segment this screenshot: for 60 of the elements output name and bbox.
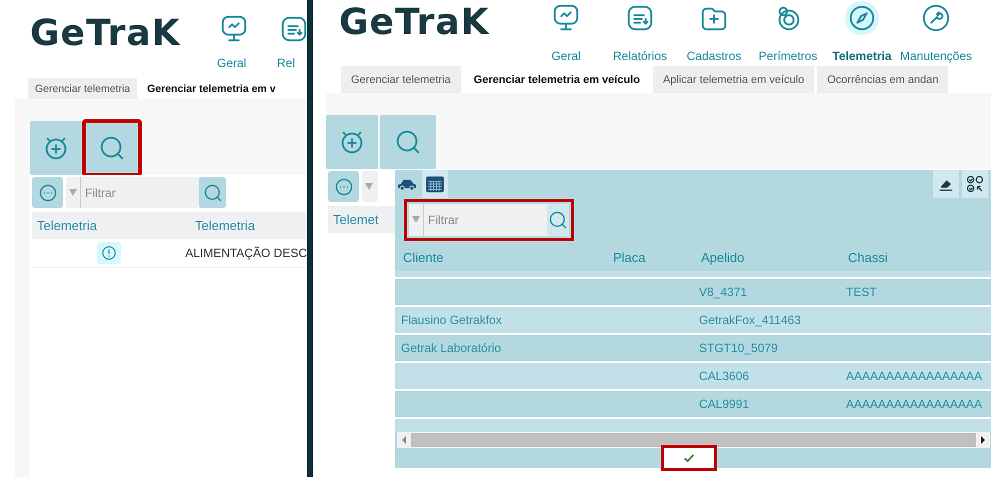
- nav-item[interactable]: Geral: [529, 1, 603, 63]
- clear-button[interactable]: [933, 170, 959, 198]
- logo: GeTraK: [339, 5, 491, 41]
- compass-icon: [847, 3, 877, 33]
- nav-item[interactable]: Rel: [277, 12, 307, 70]
- more-button[interactable]: [328, 171, 359, 202]
- popup-tab[interactable]: [422, 170, 448, 198]
- table-cell-text: V8_4371: [699, 284, 748, 299]
- column-header: Cliente: [403, 250, 444, 266]
- table-row[interactable]: CAL3606 AAAAAAAAAAAAAAAAA: [395, 360, 991, 389]
- document-icon: [625, 3, 655, 33]
- table-cell-text: CAL9991: [699, 396, 750, 411]
- table-cell-text: AAAAAAAAAAAAAAAAA: [846, 396, 984, 411]
- column-header: Telemetria: [194, 218, 255, 233]
- tab[interactable]: Ocorrências em andan: [817, 66, 948, 93]
- more-button[interactable]: [32, 177, 63, 208]
- scroll-left-icon: [402, 436, 406, 444]
- nav-item[interactable]: Geral: [217, 12, 247, 70]
- tab[interactable]: Gerenciar telemetria: [28, 78, 138, 99]
- select-all-button[interactable]: [962, 170, 988, 198]
- nav-item[interactable]: Perímetros: [751, 1, 825, 63]
- wrench-icon: [921, 3, 951, 33]
- column-header: Telemetria: [37, 218, 97, 233]
- caret-icon: [69, 189, 77, 196]
- column-header: Telemet: [333, 212, 379, 227]
- table-cell-text: CAL3606: [699, 368, 750, 383]
- table-cell: ALIMENTAÇÃO DESC: [185, 246, 307, 260]
- table-cell-text: AAAAAAAAAAAAAAAAA: [846, 368, 984, 383]
- table-cell-text: GetrakFox_411463: [699, 312, 802, 327]
- nav-item[interactable]: Telemetria: [825, 1, 899, 63]
- toolbar-button[interactable]: [84, 121, 140, 175]
- document-icon: [279, 14, 307, 44]
- table-row[interactable]: Flausino Getrakfox GetrakFox_411463: [395, 304, 991, 333]
- nav-item[interactable]: Cadastros: [677, 1, 751, 63]
- toolbar-button[interactable]: [30, 121, 82, 175]
- tab[interactable]: Gerenciar telemetria: [341, 66, 461, 93]
- toolbar-button[interactable]: [326, 115, 378, 169]
- column-header: Apelido: [701, 250, 746, 266]
- scroll-right-icon: [981, 436, 985, 444]
- column-header: Chassi: [848, 250, 889, 266]
- logo: GeTraK: [30, 16, 182, 52]
- monitor-icon: [551, 3, 581, 33]
- tab[interactable]: Aplicar telemetria em veículo: [652, 66, 814, 93]
- table-cell-text: Getrak Laboratório: [401, 340, 502, 355]
- caret-icon: [365, 183, 373, 190]
- search-button[interactable]: [199, 177, 226, 208]
- column-header: Placa: [613, 250, 647, 266]
- filter-dropdown[interactable]: [362, 171, 378, 202]
- search-button[interactable]: [547, 204, 569, 236]
- table-cell-text: STGT10_5079: [699, 340, 779, 355]
- caret-icon: [412, 216, 420, 224]
- nav-item[interactable]: Relatórios: [603, 1, 677, 63]
- table-cell-text: Flausino Getrakfox: [401, 312, 503, 327]
- filter-field[interactable]: Filtrar: [66, 177, 226, 208]
- checklist-icon: [965, 174, 985, 194]
- nav-item[interactable]: Manutenções: [899, 1, 973, 63]
- table-cell-text: TEST: [846, 284, 878, 299]
- filter-field[interactable]: Filtrar: [404, 198, 574, 241]
- confirm-button[interactable]: [664, 448, 714, 468]
- monitor-icon: [219, 14, 249, 44]
